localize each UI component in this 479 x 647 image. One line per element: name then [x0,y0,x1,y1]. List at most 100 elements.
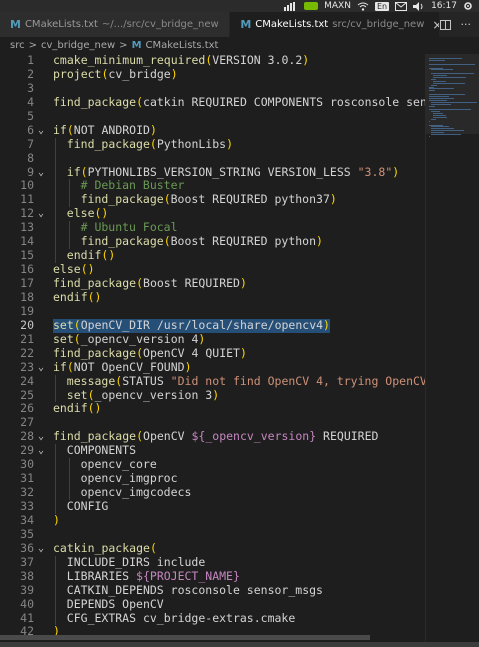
code-line[interactable]: 35 [0,527,425,542]
line-number: 6 [27,122,34,137]
clock[interactable]: 16:17 [431,1,457,11]
code-line[interactable]: 8 [0,151,425,166]
wifi-icon[interactable] [357,1,369,11]
code-line[interactable]: 39 CATKIN_DEPENDS rosconsole sensor_msgs [0,583,425,598]
code-line[interactable]: 5 [0,109,425,124]
code-token: if [53,359,67,374]
code-line[interactable]: 20 set(OpenCV_DIR /usr/local/share/opencv… [0,318,425,333]
code-line[interactable]: 30 opencv_core [0,457,425,473]
code-token: Boost REQUIRED [143,276,240,290]
code-line[interactable]: 34) [0,513,425,528]
more-actions-icon[interactable]: ··· [461,18,472,31]
code-line[interactable]: 21 set(_opencv_version 4) [0,332,425,347]
mail-icon[interactable] [395,1,408,11]
network-bars-icon[interactable] [284,1,298,11]
code-token: ) [149,122,157,137]
keyboard-language-icon[interactable]: En [374,1,390,11]
code-text: endif() [53,289,101,305]
code-line[interactable]: 26 endif() [0,401,425,416]
code-line[interactable]: 12 ⌄ else() [0,206,425,222]
code-line[interactable]: 37 INCLUDE_DIRS include [0,555,425,570]
minimap-line [431,126,449,128]
nvidia-icon[interactable] [304,1,319,11]
fold-chevron-icon[interactable]: ⌄ [38,542,44,556]
code-token: endif [53,289,88,304]
code-line[interactable]: 33 CONFIG [0,499,425,514]
tab-cmakelists-inactive[interactable]: M CMakeLists.txt ~/.../src/cv_bridge_new [0,12,231,37]
code-token: PYTHONLIBS_VERSION_STRING VERSION_LESS [87,164,358,179]
code-line[interactable]: 29 ⌄ COMPONENTS [0,443,425,459]
code-line[interactable]: 24 message(STATUS "Did not find OpenCV 4,… [0,374,425,389]
cmake-file-icon: M [131,40,142,51]
code-line[interactable]: 40 DEPENDS OpenCV [0,596,425,612]
code-line[interactable]: 32 opencv_imgcodecs [0,485,425,500]
line-number: 2 [27,66,34,81]
code-text: LIBRARIES ${PROJECT_NAME} [67,569,240,584]
code-line[interactable]: 1 cmake_minimum_required(VERSION 3.0.2) [0,54,425,68]
indent-guide [55,193,56,208]
code-line[interactable]: 41 CFG_EXTRAS cv_bridge-extras.cmake [0,611,425,626]
code-line[interactable]: 11 find_package(Boost REQUIRED python37) [0,192,425,208]
line-number: 10 [20,178,34,193]
fold-chevron-icon[interactable]: ⌄ [38,207,44,221]
code-line[interactable]: 2 project(cv_bridge) [0,66,425,82]
code-line[interactable]: 7 find_package(PythonLibs) [0,136,425,152]
code-text: opencv_imgproc [81,471,178,486]
breadcrumb: src > cv_bridge_new > M CMakeLists.txt [0,37,479,54]
fold-chevron-icon[interactable]: ⌄ [38,444,44,458]
code-line[interactable]: 16 else() [0,262,425,277]
fold-chevron-icon[interactable]: ⌄ [38,166,44,180]
minimap[interactable] [425,54,479,642]
editor-tab-bar: M CMakeLists.txt ~/.../src/cv_bridge_new… [0,12,479,37]
code-line[interactable]: 27 [0,415,425,430]
code-line[interactable]: 31 opencv_imgproc [0,471,425,487]
close-icon[interactable]: × [432,18,438,32]
breadcrumb-item-file[interactable]: CMakeLists.txt [146,40,219,51]
volume-icon[interactable] [413,1,425,11]
settings-gear-icon[interactable] [463,1,473,11]
horizontal-scrollbar[interactable] [0,635,370,640]
power-mode-label[interactable]: MAXN [324,1,351,11]
code-line[interactable]: 25 set(_opencv_version 3) [0,387,425,403]
code-line[interactable]: 38 LIBRARIES ${PROJECT_NAME} [0,569,425,584]
code-line[interactable]: 9 ⌄ if(PYTHONLIBS_VERSION_STRING VERSION_L… [0,164,425,180]
code-text: CATKIN_DEPENDS rosconsole sensor_msgs [67,583,323,598]
code-token: DEPENDS OpenCV [66,596,164,611]
code-line[interactable]: 6 ⌄ if(NOT ANDROID) [0,122,425,138]
code-line[interactable]: 36 ⌄ catkin_package( [0,541,425,556]
fold-chevron-icon[interactable]: ⌄ [38,361,44,375]
code-line[interactable]: 14 find_package(Boost REQUIRED python) [0,234,425,250]
code-token: ) [316,234,323,249]
code-editor[interactable]: 1 cmake_minimum_required(VERSION 3.0.2) 2 p… [0,54,425,642]
code-line[interactable]: 23 ⌄ if(NOT OpenCV_FOUND) [0,359,425,375]
code-line[interactable]: 10 # Debian Buster [0,178,425,194]
tab-cmakelists-active[interactable]: M CMakeLists.txt src/cv_bridge_new × [230,12,440,37]
code-token: Boost REQUIRED python37 [170,192,330,207]
fold-chevron-icon[interactable]: ⌄ [38,430,44,444]
code-token: cmake_minimum_required [53,54,206,67]
code-line[interactable]: 22 find_package(OpenCV 4 QUIET) [0,346,425,361]
code-line[interactable]: 19 [0,304,425,319]
code-token: REQUIRED [316,429,379,444]
chevron-right-icon: > [28,40,37,51]
code-line[interactable]: 3 [0,81,425,96]
code-line[interactable]: 18 endif() [0,289,425,305]
code-token: find_package [53,94,137,109]
code-text: find_package(Boost REQUIRED python) [81,234,323,249]
indent-guide [68,458,70,473]
split-editor-icon[interactable] [439,19,451,30]
code-line[interactable]: 15 endif() [0,248,425,264]
code-line[interactable]: 28 ⌄ find_package(OpenCV ${_opencv_version… [0,429,425,444]
indent-guide [55,388,56,403]
breadcrumb-item-folder[interactable]: cv_bridge_new [41,40,115,51]
line-number: 27 [20,415,34,430]
code-line[interactable]: 4 find_package(catkin REQUIRED COMPONENTS… [0,94,425,110]
code-token: _opencv_version 3 [94,387,213,402]
code-text: cmake_minimum_required(VERSION 3.0.2) [53,54,309,68]
breadcrumb-item-src[interactable]: src [10,40,25,51]
code-line[interactable]: 17 find_package(Boost REQUIRED) [0,276,425,291]
code-line[interactable]: 13 # Ubuntu Focal [0,220,425,236]
tab-filename: CMakeLists.txt [24,19,98,30]
code-token: find_package [66,136,150,151]
fold-chevron-icon[interactable]: ⌄ [38,124,44,138]
